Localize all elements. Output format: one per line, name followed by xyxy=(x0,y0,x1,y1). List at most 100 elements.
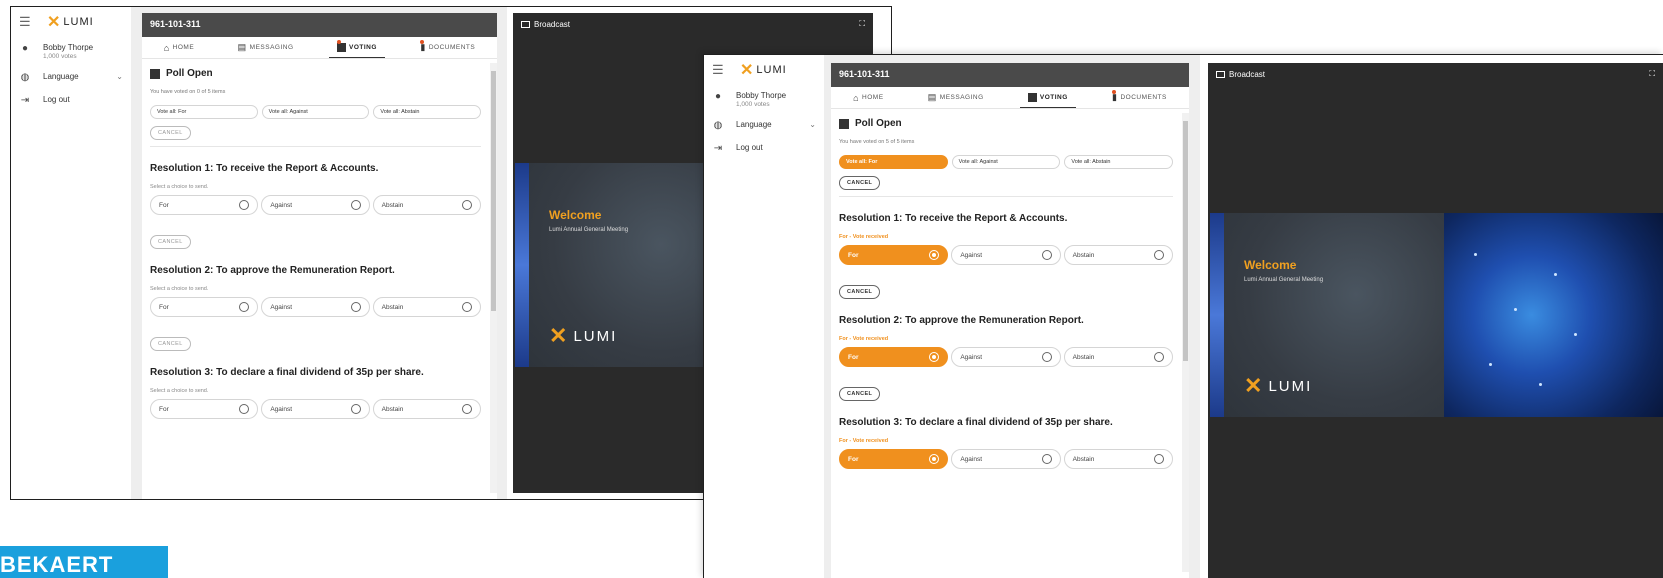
tab-messaging[interactable]: ▤ MESSAGING xyxy=(920,87,992,108)
choice-abstain[interactable]: Abstain xyxy=(372,297,481,317)
notification-dot xyxy=(1112,90,1117,94)
poll-content: Poll Open You have voted on 5 of 5 items… xyxy=(831,109,1181,578)
choice-label: For xyxy=(159,201,169,209)
slide-edge xyxy=(1210,213,1224,417)
tab-home[interactable]: ⌂ HOME xyxy=(156,37,202,58)
globe-icon: ◍ xyxy=(20,72,30,83)
slide-edge xyxy=(515,163,529,367)
cancel-button[interactable]: CANCEL xyxy=(150,235,191,249)
slide-lumi-logo: ✕ LUMI xyxy=(1244,373,1313,398)
voting-panel: 961-101-311 ⌂ HOME ▤ MESSAGING VOTING ▮ DOC… xyxy=(142,13,497,499)
broadcast-title: Broadcast xyxy=(534,19,571,29)
vote-all-abstain-button[interactable]: Vote all: Abstain xyxy=(1064,155,1174,169)
logout-icon: ⇥ xyxy=(20,95,30,106)
resolution-title: Resolution 2: To approve the Remuneratio… xyxy=(839,315,1084,326)
sidebar-item-language[interactable]: ◍ Language ⌄ xyxy=(704,114,824,137)
meeting-id: 961-101-311 xyxy=(831,63,1189,87)
choice-row: For Against Abstain xyxy=(839,449,1173,469)
tab-voting-label: VOTING xyxy=(1039,93,1068,101)
tab-messaging[interactable]: ▤ MESSAGING xyxy=(230,37,302,58)
fullscreen-icon[interactable]: ⛶ xyxy=(1649,69,1655,79)
broadcast-video: Welcome Lumi Annual General Meeting ✕ LUM… xyxy=(1210,213,1663,417)
cancel-button[interactable]: CANCEL xyxy=(839,387,881,401)
choice-label: Abstain xyxy=(381,201,404,209)
choice-label: Against xyxy=(960,353,983,361)
tab-documents[interactable]: ▮ DOCUMENTS xyxy=(412,37,483,58)
choice-against[interactable]: Against xyxy=(951,347,1061,367)
cancel-button[interactable]: CANCEL xyxy=(150,126,191,140)
sidebar: ☰ ✕ LUMI ● Bobby Thorpe 1,000 votes ◍ Lang… xyxy=(11,7,131,499)
light-dot xyxy=(1514,308,1517,311)
choice-against[interactable]: Against xyxy=(951,449,1061,469)
vote-all-abstain-button[interactable]: Vote all: Abstain xyxy=(373,105,482,119)
sidebar-item-logout[interactable]: ⇥ Log out xyxy=(704,137,824,160)
cancel-button[interactable]: CANCEL xyxy=(150,337,191,351)
choice-for[interactable]: For xyxy=(150,399,259,419)
vote-all-row: Vote all: For Vote all: Against Vote all… xyxy=(839,155,1174,169)
cancel-button[interactable]: CANCEL xyxy=(839,176,881,190)
sidebar: ☰ ✕ LUMI ● Bobby Thorpe 1,000 votes ◍ Lang… xyxy=(704,55,824,578)
tab-documents[interactable]: ▮ DOCUMENTS xyxy=(1104,87,1175,108)
choice-label: For xyxy=(159,303,169,311)
sidebar-item-logout[interactable]: ⇥ Log out xyxy=(11,89,131,112)
resolution-title: Resolution 2: To approve the Remuneratio… xyxy=(150,265,395,276)
tab-voting[interactable]: VOTING xyxy=(1019,87,1076,108)
radio-icon xyxy=(350,200,361,210)
vote-all-for-button[interactable]: Vote all: For xyxy=(150,105,258,119)
tab-home[interactable]: ⌂ HOME xyxy=(845,87,891,108)
choice-against[interactable]: Against xyxy=(261,399,370,419)
radio-icon xyxy=(461,302,472,312)
choice-abstain[interactable]: Abstain xyxy=(1063,245,1173,265)
choice-abstain[interactable]: Abstain xyxy=(1063,347,1173,367)
choice-label: Abstain xyxy=(381,303,404,311)
sidebar-user[interactable]: ● Bobby Thorpe 1,000 votes xyxy=(11,37,131,66)
poll-title-text: Poll Open xyxy=(855,118,902,129)
poll-title: Poll Open xyxy=(839,118,1173,129)
voting-icon xyxy=(1027,92,1037,102)
choice-label: Abstain xyxy=(1072,353,1095,361)
radio-icon xyxy=(461,200,472,210)
scrollbar[interactable] xyxy=(1182,113,1189,572)
choice-for[interactable]: For xyxy=(839,449,949,469)
choice-for[interactable]: For xyxy=(839,347,949,367)
slide-subtitle: Lumi Annual General Meeting xyxy=(1244,277,1324,283)
scrollbar-thumb[interactable] xyxy=(491,71,496,311)
light-dot xyxy=(1554,273,1557,276)
choice-abstain[interactable]: Abstain xyxy=(1063,449,1173,469)
lumi-window-after-voting: ☰ ✕ LUMI ● Bobby Thorpe 1,000 votes ◍ Lang… xyxy=(703,54,1663,578)
light-dot xyxy=(1574,333,1577,336)
choice-abstain[interactable]: Abstain xyxy=(372,195,481,215)
vote-all-against-button[interactable]: Vote all: Against xyxy=(951,155,1061,169)
slide-logo-text: LUMI xyxy=(1268,377,1313,395)
scrollbar[interactable] xyxy=(490,63,497,493)
broadcast-title: Broadcast xyxy=(1229,69,1266,79)
resolution-title: Resolution 1: To receive the Report & Ac… xyxy=(150,163,379,174)
vote-all-row: Vote all: For Vote all: Against Vote all… xyxy=(150,105,482,119)
meeting-id: 961-101-311 xyxy=(142,13,497,37)
vote-all-for-button[interactable]: Vote all: For xyxy=(839,155,948,169)
choice-abstain[interactable]: Abstain xyxy=(372,399,481,419)
sidebar-user[interactable]: ● Bobby Thorpe 1,000 votes xyxy=(704,85,824,114)
sidebar-item-language[interactable]: ◍ Language ⌄ xyxy=(11,66,131,89)
choice-label: Against xyxy=(270,201,293,209)
choice-against[interactable]: Against xyxy=(261,297,370,317)
hamburger-menu-icon[interactable]: ☰ xyxy=(19,14,33,30)
choice-for[interactable]: For xyxy=(839,245,949,265)
vote-all-against-button[interactable]: Vote all: Against xyxy=(261,105,370,119)
cancel-button[interactable]: CANCEL xyxy=(839,285,881,299)
choice-for[interactable]: For xyxy=(150,297,259,317)
fullscreen-icon[interactable]: ⛶ xyxy=(859,19,865,29)
hamburger-menu-icon[interactable]: ☰ xyxy=(712,62,726,78)
choice-for[interactable]: For xyxy=(150,195,259,215)
logout-label: Log out xyxy=(736,143,763,152)
radio-icon xyxy=(1153,352,1164,362)
choice-against[interactable]: Against xyxy=(261,195,370,215)
radio-checked-icon xyxy=(929,250,940,260)
choice-against[interactable]: Against xyxy=(951,245,1061,265)
scrollbar-thumb[interactable] xyxy=(1183,121,1188,361)
choice-label: Against xyxy=(270,405,293,413)
user-votes: 1,000 votes xyxy=(43,53,77,60)
tab-voting[interactable]: VOTING xyxy=(329,37,385,58)
choice-label: Against xyxy=(960,455,983,463)
choice-prompt: Select a choice to send. xyxy=(150,184,209,190)
